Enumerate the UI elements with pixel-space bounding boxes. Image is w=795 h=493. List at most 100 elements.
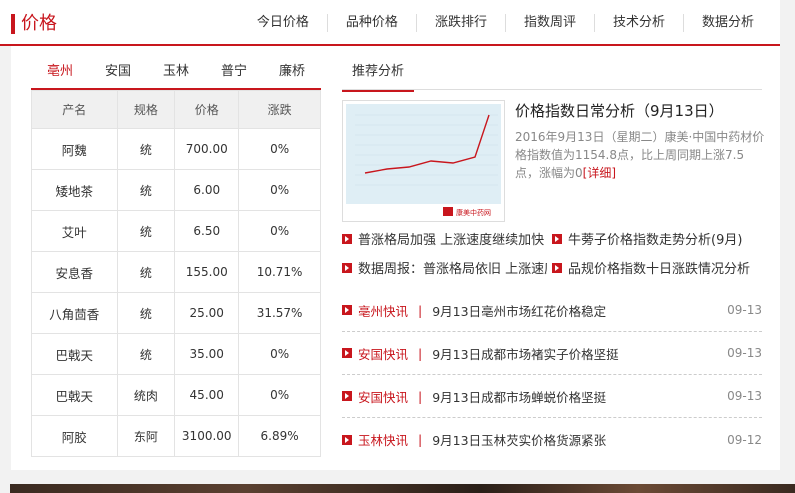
table-row[interactable]: 矮地茶统 6.00 0% bbox=[31, 169, 321, 211]
cell-change: 0% bbox=[238, 333, 321, 375]
section-title: 价格 bbox=[21, 13, 57, 34]
section-header: 价格 今日价格 品种价格 涨跌排行 指数周评 技术分析 数据分析 bbox=[0, 0, 780, 46]
list-item[interactable]: 玉林快讯 | 9月13日玉林芡实价格货源紧张 09-12 bbox=[342, 418, 762, 461]
cell-spec: 统 bbox=[116, 251, 176, 293]
analysis-tabs: 推荐分析 bbox=[342, 54, 762, 92]
cell-name[interactable]: 艾叶 bbox=[31, 210, 118, 252]
table-row[interactable]: 阿胶 东阿 3100.00 6.89% bbox=[31, 415, 321, 457]
news-title[interactable]: 9月13日成都市场褚实子价格坚挺 bbox=[432, 344, 727, 363]
tab-yulin[interactable]: 玉林 bbox=[147, 54, 205, 88]
cell-spec: 统 bbox=[116, 128, 176, 170]
nav-today-price[interactable]: 今日价格 bbox=[239, 14, 327, 32]
news-date: 09-12 bbox=[727, 432, 762, 447]
tab-recommended-analysis[interactable]: 推荐分析 bbox=[342, 54, 415, 92]
arrow-icon bbox=[342, 391, 352, 401]
cell-price: 3100.00 bbox=[174, 415, 240, 457]
table-header-row: 产名 规格 价格 涨跌 bbox=[31, 90, 321, 129]
analysis-link[interactable]: 普涨格局加强 上涨速度继续加快 bbox=[342, 229, 547, 248]
cell-price: 35.00 bbox=[174, 333, 240, 375]
featured-desc: 2016年9月13日（星期二）康美·中国中药材价格指数值为1154.8点，比上周… bbox=[515, 128, 765, 182]
table-row[interactable]: 巴戟天 统肉 45.00 0% bbox=[31, 374, 321, 416]
table-row[interactable]: 八角茴香统 25.00 31.57% bbox=[31, 292, 321, 334]
arrow-icon bbox=[552, 233, 562, 244]
analysis-link-text[interactable]: 数据周报：普涨格局依旧 上涨速度 bbox=[358, 258, 547, 277]
news-title[interactable]: 9月13日玉林芡实价格货源紧张 bbox=[432, 430, 727, 449]
news-date: 09-13 bbox=[727, 346, 762, 360]
news-title[interactable]: 9月13日成都市场蝉蜕价格坚挺 bbox=[432, 387, 727, 406]
cell-spec: 东阿 bbox=[116, 415, 176, 457]
top-nav: 今日价格 品种价格 涨跌排行 指数周评 技术分析 数据分析 bbox=[239, 0, 772, 46]
cell-price: 6.50 bbox=[174, 210, 240, 252]
cell-change: 6.89% bbox=[238, 415, 321, 457]
news-category[interactable]: 安国快讯 bbox=[358, 344, 408, 363]
arrow-icon bbox=[342, 262, 352, 273]
cell-price: 155.00 bbox=[174, 251, 240, 293]
analysis-link-text[interactable]: 普涨格局加强 上涨速度继续加快 bbox=[358, 229, 544, 248]
arrow-icon bbox=[552, 262, 562, 273]
price-panel: 亳州 安国 玉林 普宁 廉桥 产名 规格 价格 涨跌 阿魏统700.000% bbox=[31, 54, 321, 457]
nav-data-analysis[interactable]: 数据分析 bbox=[682, 14, 772, 32]
nav-change-ranking[interactable]: 涨跌排行 bbox=[415, 14, 505, 32]
featured-title[interactable]: 价格指数日常分析（9月13日） bbox=[515, 100, 724, 122]
arrow-icon bbox=[342, 348, 352, 358]
thumbnail-line-chart-icon: 康美中药网 bbox=[343, 101, 504, 221]
news-category[interactable]: 亳州快讯 bbox=[358, 301, 408, 320]
arrow-icon bbox=[342, 305, 352, 315]
content-card: 亳州 安国 玉林 普宁 廉桥 产名 规格 价格 涨跌 阿魏统700.000% bbox=[11, 46, 780, 470]
tab-bozhou[interactable]: 亳州 bbox=[31, 54, 89, 88]
arrow-icon bbox=[342, 233, 352, 244]
col-header-change: 涨跌 bbox=[238, 90, 321, 129]
featured-desc-text: 2016年9月13日（星期二）康美·中国中药材价格指数值为1154.8点，比上周… bbox=[515, 130, 765, 180]
news-date: 09-13 bbox=[727, 303, 762, 317]
cell-spec: 统 bbox=[116, 210, 176, 252]
table-row[interactable]: 阿魏统 700.00 0% bbox=[31, 128, 321, 170]
list-item[interactable]: 亳州快讯 | 9月13日亳州市场红花价格稳定 09-13 bbox=[342, 289, 762, 332]
index-chart-thumbnail[interactable]: 康美中药网 bbox=[342, 100, 505, 222]
tab-anguo[interactable]: 安国 bbox=[89, 54, 147, 88]
cell-name[interactable]: 八角茴香 bbox=[31, 292, 118, 334]
news-category[interactable]: 玉林快讯 bbox=[358, 430, 408, 449]
cell-change: 10.71% bbox=[238, 251, 321, 293]
analysis-links: 普涨格局加强 上涨速度继续加快 牛蒡子价格指数走势分析(9月) 数据周报：普涨格… bbox=[342, 225, 762, 289]
news-list: 亳州快讯 | 9月13日亳州市场红花价格稳定 09-13 安国快讯 | 9月13日成都市场… bbox=[342, 289, 762, 461]
nav-index-weekly[interactable]: 指数周评 bbox=[504, 14, 594, 32]
page: 价格 今日价格 品种价格 涨跌排行 指数周评 技术分析 数据分析 亳州 安国 玉… bbox=[0, 0, 795, 493]
detail-link[interactable]: [详细] bbox=[583, 166, 616, 180]
news-category[interactable]: 安国快讯 bbox=[358, 387, 408, 406]
cell-name[interactable]: 巴戟天 bbox=[31, 333, 118, 375]
table-row[interactable]: 安息香统 155.00 10.71% bbox=[31, 251, 321, 293]
cell-name[interactable]: 阿胶 bbox=[31, 415, 118, 457]
cell-spec: 统 bbox=[116, 169, 176, 211]
news-date: 09-13 bbox=[727, 389, 762, 403]
cell-name[interactable]: 阿魏 bbox=[31, 128, 118, 170]
cell-change: 0% bbox=[238, 169, 321, 211]
featured-article: 康美中药网 价格指数日常分析（9月13日） 2016年9月13日（星期二）康美·… bbox=[342, 100, 765, 225]
analysis-link[interactable]: 牛蒡子价格指数走势分析(9月) bbox=[552, 229, 757, 248]
cell-name[interactable]: 巴戟天 bbox=[31, 374, 118, 416]
list-item[interactable]: 安国快讯 | 9月13日成都市场褚实子价格坚挺 09-13 bbox=[342, 332, 762, 375]
nav-technical-analysis[interactable]: 技术分析 bbox=[593, 14, 683, 32]
tab-lianqiao[interactable]: 廉桥 bbox=[263, 54, 321, 88]
cell-price: 45.00 bbox=[174, 374, 240, 416]
table-row[interactable]: 巴戟天统 35.00 0% bbox=[31, 333, 321, 375]
arrow-icon bbox=[342, 434, 352, 445]
analysis-link[interactable]: 数据周报：普涨格局依旧 上涨速度 bbox=[342, 258, 547, 277]
cell-name[interactable]: 安息香 bbox=[31, 251, 118, 293]
nav-variety-price[interactable]: 品种价格 bbox=[326, 14, 416, 32]
tab-puning[interactable]: 普宁 bbox=[205, 54, 263, 88]
cell-price: 700.00 bbox=[174, 128, 240, 170]
analysis-link[interactable]: 品规价格指数十日涨跌情况分析 bbox=[552, 258, 757, 277]
table-row[interactable]: 艾叶统 6.50 0% bbox=[31, 210, 321, 252]
news-title[interactable]: 9月13日亳州市场红花价格稳定 bbox=[432, 301, 727, 320]
list-item[interactable]: 安国快讯 | 9月13日成都市场蝉蜕价格坚挺 09-13 bbox=[342, 375, 762, 418]
cell-change: 0% bbox=[238, 210, 321, 252]
price-table: 产名 规格 价格 涨跌 阿魏统 700.00 0% 矮地茶统 6.00 0% 艾叶统 6.… bbox=[31, 90, 321, 457]
cell-spec: 统 bbox=[116, 333, 176, 375]
market-tabs: 亳州 安国 玉林 普宁 廉桥 bbox=[31, 54, 321, 90]
analysis-link-text[interactable]: 牛蒡子价格指数走势分析(9月) bbox=[568, 229, 742, 248]
cell-spec: 统 bbox=[116, 292, 176, 334]
thumb-logo: 康美中药网 bbox=[456, 208, 491, 217]
analysis-link-text[interactable]: 品规价格指数十日涨跌情况分析 bbox=[568, 258, 750, 277]
col-header-price: 价格 bbox=[174, 90, 240, 129]
cell-name[interactable]: 矮地茶 bbox=[31, 169, 118, 211]
